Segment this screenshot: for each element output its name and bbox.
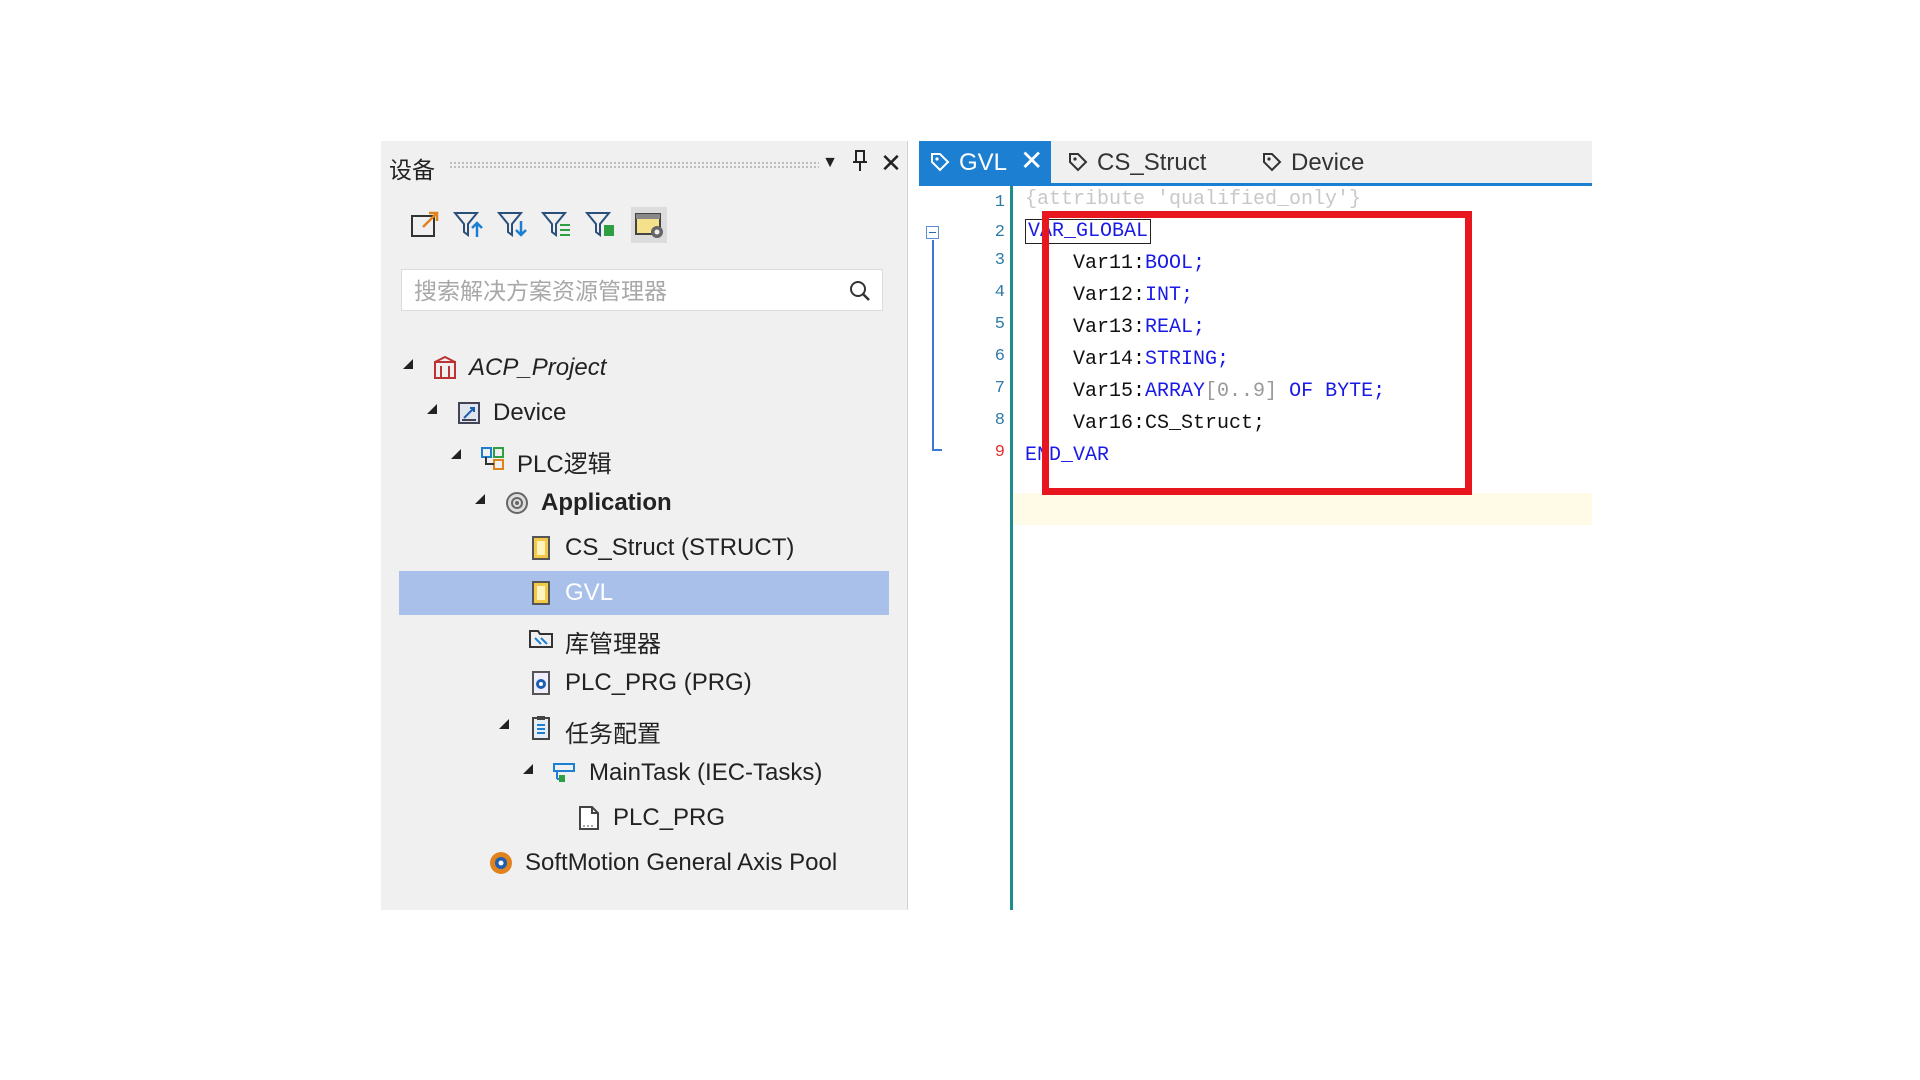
tree-item-label: CS_Struct (STRUCT) <box>565 534 795 561</box>
tab-label: CS_Struct <box>1097 149 1207 176</box>
tree-item-plc-logic[interactable]: PLC逻辑 <box>399 436 889 480</box>
line-number: 3 <box>994 251 1005 270</box>
current-line-highlight <box>1013 493 1592 525</box>
tree-item-maintask[interactable]: MainTask (IEC-Tasks) <box>399 751 889 795</box>
project-icon <box>431 354 459 382</box>
task-icon <box>551 759 579 787</box>
tab-device[interactable]: Device <box>1251 141 1391 183</box>
line-number: 7 <box>994 379 1005 398</box>
tree-item-gvl[interactable]: GVL <box>399 571 889 615</box>
code-editor: GVL ✕ CS_Struct Device 1 2 3 4 5 6 7 8 9… <box>919 141 1592 910</box>
tag-icon <box>1263 153 1282 172</box>
tab-label: Device <box>1291 149 1365 176</box>
tree-item-label: PLC逻辑 <box>517 451 612 478</box>
splitter-line <box>907 141 908 910</box>
panel-drag-handle[interactable] <box>449 161 819 170</box>
tree-item-plc-prg[interactable]: PLC_PRG (PRG) <box>399 661 889 705</box>
editor-tabbar: GVL ✕ CS_Struct Device <box>919 141 1592 186</box>
search-icon[interactable] <box>848 279 872 303</box>
fold-toggle-icon[interactable] <box>926 226 939 239</box>
tree-item-softmotion-axis-pool[interactable]: SoftMotion General Axis Pool <box>399 841 889 885</box>
line-number-active: 9 <box>994 443 1005 462</box>
plc-logic-icon <box>479 444 507 472</box>
line-number: 8 <box>994 411 1005 430</box>
tree-item-application[interactable]: Application <box>399 481 889 525</box>
pin-icon[interactable] <box>847 149 873 177</box>
export-icon[interactable] <box>407 207 443 243</box>
filter-green-icon[interactable] <box>583 207 619 243</box>
expand-arrow-icon[interactable] <box>475 494 485 504</box>
call-icon <box>575 804 603 832</box>
panel-header: 设备 ▼ ✕ <box>381 141 907 187</box>
tree-item-cs-struct[interactable]: CS_Struct (STRUCT) <box>399 526 889 570</box>
attribute-pragma: {attribute 'qualified_only'} <box>1025 188 1362 211</box>
line-number: 2 <box>994 223 1005 242</box>
filter-list-icon[interactable] <box>539 207 575 243</box>
tree-item-label: GVL <box>565 579 614 606</box>
panel-menu-dropdown-icon[interactable]: ▼ <box>817 149 843 177</box>
tree-item-label: 库管理器 <box>565 631 661 658</box>
tab-label: GVL <box>959 149 1008 176</box>
struct-icon <box>527 534 555 562</box>
tree-item-plc-prg-call[interactable]: PLC_PRG <box>399 796 889 840</box>
expand-arrow-icon[interactable] <box>427 404 437 414</box>
task-config-icon <box>527 714 555 742</box>
close-panel-icon[interactable]: ✕ <box>878 149 904 177</box>
fold-guide <box>932 240 934 450</box>
search-input[interactable] <box>412 276 836 306</box>
search-box <box>401 269 883 311</box>
filter-down-icon[interactable] <box>495 207 531 243</box>
code-line-1: {attribute 'qualified_only'} <box>1025 188 1361 211</box>
tab-gvl[interactable]: GVL ✕ <box>919 141 1051 183</box>
filter-up-icon[interactable] <box>451 207 487 243</box>
fold-guide-end <box>932 449 942 451</box>
gvl-icon <box>527 579 555 607</box>
tree-item-acp-project[interactable]: ACP_Project <box>399 346 889 390</box>
device-icon <box>455 399 483 427</box>
tree-item-label: Application <box>541 489 672 516</box>
devices-panel: 设备 ▼ ✕ 搜索解决方案资源管理器 ACP_Project Device PL… <box>381 141 907 910</box>
panel-splitter[interactable] <box>907 141 919 910</box>
line-number: 4 <box>994 283 1005 302</box>
line-number: 6 <box>994 347 1005 366</box>
tree-item-library-manager[interactable]: 库管理器 <box>399 616 889 660</box>
axis-pool-icon <box>487 849 515 877</box>
tag-icon <box>1069 153 1088 172</box>
library-icon <box>527 624 555 652</box>
tree-item-label: 任务配置 <box>565 721 661 748</box>
tree-item-label: PLC_PRG <box>613 804 726 831</box>
close-tab-icon[interactable]: ✕ <box>1020 144 1043 177</box>
tree-item-device[interactable]: Device <box>399 391 889 435</box>
expand-arrow-icon[interactable] <box>523 764 533 774</box>
tree-item-label: PLC_PRG (PRG) <box>565 669 752 696</box>
tree-item-label: Device <box>493 399 567 426</box>
tree-item-label: SoftMotion General Axis Pool <box>525 849 838 876</box>
expand-arrow-icon[interactable] <box>499 719 509 729</box>
expand-arrow-icon[interactable] <box>451 449 461 459</box>
tree-item-label: MainTask (IEC-Tasks) <box>589 759 823 786</box>
line-number: 5 <box>994 315 1005 334</box>
line-number: 1 <box>994 193 1005 212</box>
annotation-highlight-box <box>1042 211 1472 495</box>
tab-cs-struct[interactable]: CS_Struct <box>1057 141 1217 183</box>
panel-title: 设备 <box>389 157 435 183</box>
tag-icon <box>931 153 950 172</box>
tree-item-label: ACP_Project <box>469 354 607 381</box>
tree-item-task-config[interactable]: 任务配置 <box>399 706 889 750</box>
program-icon <box>527 669 555 697</box>
settings-panel-icon[interactable] <box>631 207 667 243</box>
expand-arrow-icon[interactable] <box>403 359 413 369</box>
application-icon <box>503 489 531 517</box>
